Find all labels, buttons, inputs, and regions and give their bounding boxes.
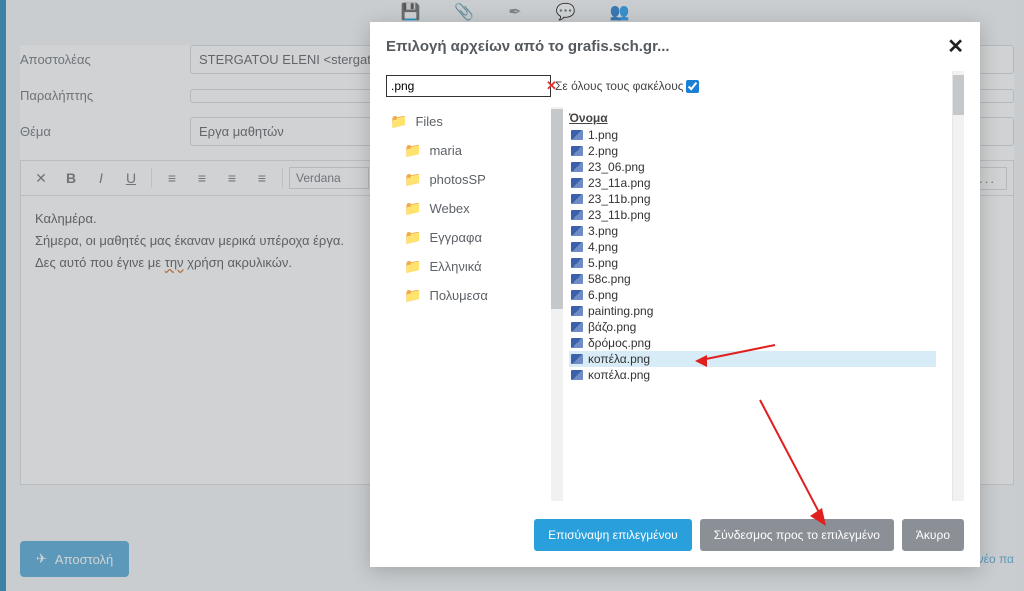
image-file-icon bbox=[571, 306, 583, 316]
image-file-icon bbox=[571, 242, 583, 252]
file-row[interactable]: 4.png bbox=[569, 239, 936, 255]
image-file-icon bbox=[571, 274, 583, 284]
folder-item[interactable]: 📁Ελληνικά bbox=[386, 252, 546, 281]
folder-tree: 📁 Files 📁maria📁photosSP📁Webex📁Εγγραφα📁Ελ… bbox=[386, 107, 551, 501]
file-list-scrollbar[interactable] bbox=[551, 107, 563, 501]
file-list-panel: Όνομα 1.png 2.png 23_06.png 23_11a.png 23_11… bbox=[551, 107, 942, 501]
image-file-icon bbox=[571, 322, 583, 332]
image-file-icon bbox=[571, 290, 583, 300]
file-row[interactable]: δρόμος.png bbox=[569, 335, 936, 351]
image-file-icon bbox=[571, 210, 583, 220]
folder-icon: 📁 bbox=[404, 200, 421, 217]
image-file-icon bbox=[571, 146, 583, 156]
image-file-icon bbox=[571, 370, 583, 380]
folder-item[interactable]: 📁Πολυμεσα bbox=[386, 281, 546, 310]
file-row[interactable]: 23_11a.png bbox=[569, 175, 936, 191]
file-name: 6.png bbox=[588, 288, 618, 302]
file-name: δρόμος.png bbox=[588, 336, 651, 350]
file-row[interactable]: 1.png bbox=[569, 127, 936, 143]
modal-header: Επιλογή αρχείων από το grafis.sch.gr... … bbox=[370, 22, 980, 71]
folder-icon: 📁 bbox=[404, 287, 421, 304]
column-header-name[interactable]: Όνομα bbox=[569, 109, 936, 127]
folder-icon: 📁 bbox=[404, 171, 421, 188]
file-row[interactable]: κοπέλα.png bbox=[569, 351, 936, 367]
file-name: 58c.png bbox=[588, 272, 631, 286]
folder-icon: 📁 bbox=[404, 142, 421, 159]
search-box: ✕ bbox=[386, 75, 551, 97]
file-row[interactable]: painting.png bbox=[569, 303, 936, 319]
all-folders-checkbox-label[interactable]: Σε όλους τους φακέλους bbox=[555, 79, 699, 93]
file-row[interactable]: βάζο.png bbox=[569, 319, 936, 335]
file-name: κοπέλα.png bbox=[588, 368, 650, 382]
modal-body: ✕ Σε όλους τους φακέλους 📁 Files 📁maria📁… bbox=[370, 71, 980, 507]
file-name: 5.png bbox=[588, 256, 618, 270]
file-row[interactable]: κοπέλα.png bbox=[569, 367, 936, 383]
file-name: 4.png bbox=[588, 240, 618, 254]
folder-item[interactable]: 📁photosSP bbox=[386, 165, 546, 194]
file-name: βάζο.png bbox=[588, 320, 636, 334]
file-row[interactable]: 58c.png bbox=[569, 271, 936, 287]
folder-item[interactable]: 📁Εγγραφα bbox=[386, 223, 546, 252]
image-file-icon bbox=[571, 178, 583, 188]
file-picker-modal: Επιλογή αρχείων από το grafis.sch.gr... … bbox=[370, 22, 980, 567]
all-folders-checkbox[interactable] bbox=[686, 80, 699, 93]
folder-item[interactable]: 📁Webex bbox=[386, 194, 546, 223]
folder-icon: 📁 bbox=[390, 113, 407, 130]
file-row[interactable]: 3.png bbox=[569, 223, 936, 239]
file-name: 2.png bbox=[588, 144, 618, 158]
image-file-icon bbox=[571, 354, 583, 364]
file-name: 23_06.png bbox=[588, 160, 645, 174]
modal-body-scrollbar[interactable] bbox=[952, 71, 964, 501]
image-file-icon bbox=[571, 130, 583, 140]
file-name: κοπέλα.png bbox=[588, 352, 650, 366]
search-input[interactable] bbox=[391, 79, 546, 93]
folder-item[interactable]: 📁maria bbox=[386, 136, 546, 165]
scrollbar-thumb[interactable] bbox=[953, 75, 964, 115]
file-row[interactable]: 23_06.png bbox=[569, 159, 936, 175]
file-browser: 📁 Files 📁maria📁photosSP📁Webex📁Εγγραφα📁Ελ… bbox=[386, 107, 942, 501]
modal-title: Επιλογή αρχείων από το grafis.sch.gr... bbox=[386, 38, 670, 55]
file-name: painting.png bbox=[588, 304, 653, 318]
file-name: 1.png bbox=[588, 128, 618, 142]
file-row[interactable]: 23_11b.png bbox=[569, 191, 936, 207]
close-icon[interactable]: ✕ bbox=[947, 34, 964, 59]
image-file-icon bbox=[571, 338, 583, 348]
file-name: 23_11b.png bbox=[588, 208, 651, 222]
attach-selected-button[interactable]: Επισύναψη επιλεγμένου bbox=[534, 519, 692, 551]
file-name: 23_11b.png bbox=[588, 192, 651, 206]
file-name: 3.png bbox=[588, 224, 618, 238]
folder-root[interactable]: 📁 Files bbox=[386, 107, 546, 136]
modal-footer: Επισύναψη επιλεγμένου Σύνδεσμος προς το … bbox=[370, 507, 980, 567]
scrollbar-thumb[interactable] bbox=[551, 109, 563, 309]
file-row[interactable]: 23_11b.png bbox=[569, 207, 936, 223]
search-row: ✕ Σε όλους τους φακέλους bbox=[386, 71, 942, 97]
folder-icon: 📁 bbox=[404, 258, 421, 275]
image-file-icon bbox=[571, 162, 583, 172]
file-row[interactable]: 2.png bbox=[569, 143, 936, 159]
image-file-icon bbox=[571, 258, 583, 268]
link-selected-button[interactable]: Σύνδεσμος προς το επιλεγμένο bbox=[700, 519, 894, 551]
file-row[interactable]: 5.png bbox=[569, 255, 936, 271]
cancel-button[interactable]: Άκυρο bbox=[902, 519, 964, 551]
folder-icon: 📁 bbox=[404, 229, 421, 246]
image-file-icon bbox=[571, 226, 583, 236]
file-list: Όνομα 1.png 2.png 23_06.png 23_11a.png 23_11… bbox=[563, 107, 942, 501]
image-file-icon bbox=[571, 194, 583, 204]
file-name: 23_11a.png bbox=[588, 176, 651, 190]
file-row[interactable]: 6.png bbox=[569, 287, 936, 303]
